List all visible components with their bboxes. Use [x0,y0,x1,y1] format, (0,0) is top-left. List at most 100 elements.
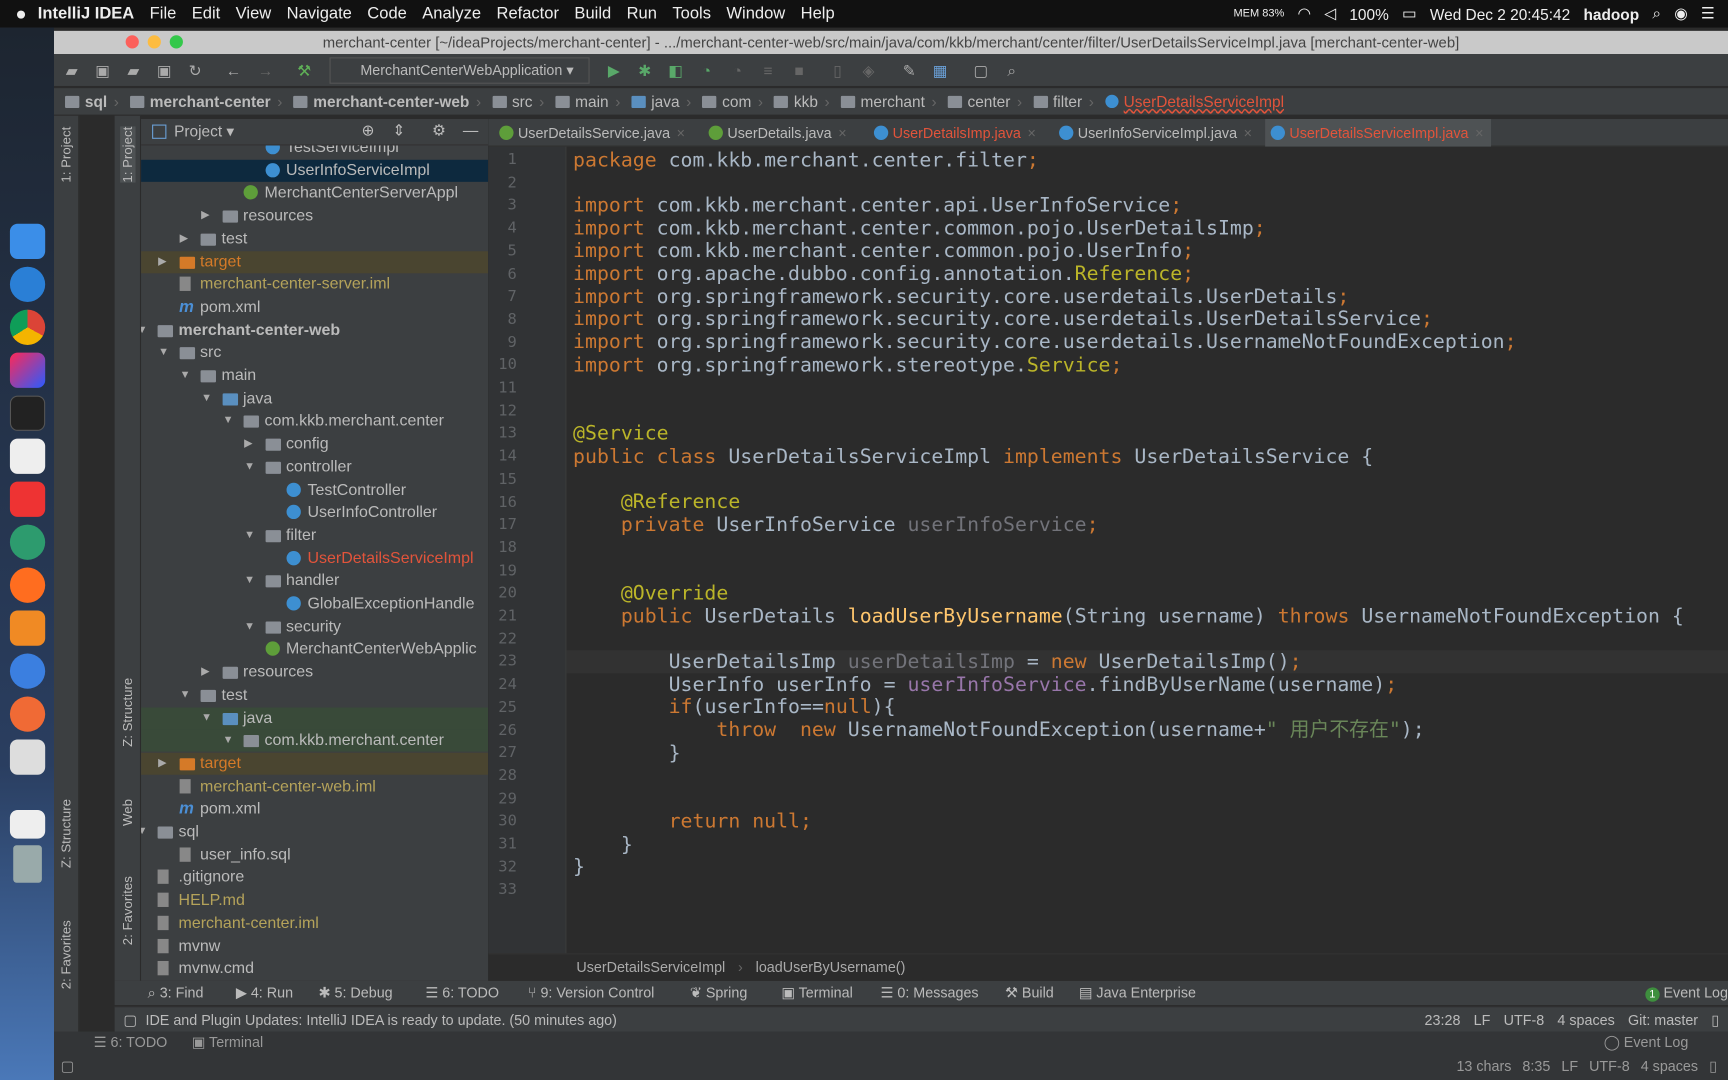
document-preview-icon[interactable] [9,809,46,839]
forward-icon[interactable]: → [257,62,275,80]
apple-menu-icon[interactable]: ● [15,3,26,25]
breadcrumb-item[interactable]: com › [702,93,763,110]
tree-item[interactable]: ▶ target [141,250,489,273]
breadcrumb-class[interactable]: UserDetailsServiceImpl [576,959,725,976]
vcs-icon[interactable]: ◈ [860,62,878,80]
tool-window-button[interactable]: ✱ 5: Debug [318,984,392,1002]
file-encoding[interactable]: UTF-8 [1589,1058,1630,1076]
tree-item[interactable]: MerchantCenterWebApplic [141,639,488,661]
chevron-right-icon[interactable]: ▶ [180,228,188,250]
tool-window-button[interactable]: ⌕ 3: Find [148,984,204,1002]
tree-item[interactable]: ▶ test [141,228,488,250]
tree-item[interactable]: GlobalExceptionHandle [141,593,488,615]
close-window-button[interactable] [125,35,139,49]
sync-icon[interactable]: ↻ [186,62,204,80]
minimize-window-button[interactable] [147,35,161,49]
chevron-right-icon[interactable]: ▶ [201,205,209,227]
indent-setting[interactable]: 4 spaces [1641,1058,1698,1076]
tree-item[interactable]: ▶ resources [141,661,488,683]
chevron-down-icon[interactable]: ▼ [244,616,255,638]
profile-icon[interactable]: ◔ [698,62,716,80]
tree-item[interactable]: ▼ controller [141,456,488,478]
wifi-icon[interactable]: ◠ [1298,4,1311,23]
trash-icon[interactable] [13,845,42,883]
caret-position[interactable]: 8:35 [1522,1058,1550,1076]
save-icon[interactable]: ▣ [94,62,112,80]
menu-refactor[interactable]: Refactor [497,4,559,23]
chevron-down-icon[interactable]: ▼ [223,410,234,432]
zoom-window-button[interactable] [169,35,183,49]
chevron-right-icon[interactable]: ▶ [158,251,166,273]
favorites-tool-tab[interactable]: 2: Favorites [120,876,135,945]
tree-item[interactable]: ▼ security [141,616,488,638]
battery-icon[interactable]: ▭ [1402,4,1417,23]
menu-run[interactable]: Run [627,4,657,23]
app-icon[interactable] [9,653,46,689]
finder-icon[interactable] [9,223,46,259]
structure-tool-tab[interactable]: Z: Structure [58,799,73,868]
close-tab-icon[interactable]: × [838,125,846,142]
editor-tab[interactable]: UserDetails.java × [703,119,847,147]
status-message[interactable]: IDE and Plugin Updates: IntelliJ IDEA is… [145,1007,616,1032]
build-hammer-icon[interactable]: ⚒ [295,62,313,80]
breadcrumb-method[interactable]: loadUserByUsername() [756,959,906,976]
chevron-right-icon[interactable]: ▶ [244,433,252,455]
run-icon[interactable]: ▶ [605,62,623,80]
run-configuration-select[interactable]: MerchantCenterWebApplication ▾ [329,57,590,84]
chevron-down-icon[interactable]: ▼ [201,388,212,410]
event-log-button[interactable]: 1 Event Log [1645,984,1728,1002]
stop-icon[interactable]: ■ [790,62,808,80]
tool-window-button[interactable]: ⑂ 9: Version Control [528,984,654,1001]
chevron-down-icon[interactable]: ▼ [141,319,148,341]
open-icon[interactable]: ▰ [63,62,81,80]
breadcrumb-item[interactable]: kkb › [774,93,830,110]
chevron-down-icon[interactable]: ▼ [180,684,191,706]
postman-icon[interactable] [9,696,46,732]
tool-window-button[interactable]: ▶ 4: Run [236,984,293,1002]
breadcrumb-item[interactable]: merchant › [840,93,937,110]
breadcrumb-item[interactable]: merchant-center › [129,93,282,110]
attach-icon[interactable]: ◔ [728,62,746,80]
terminal-tool-button[interactable]: ▣ Terminal [192,1034,263,1052]
atom-icon[interactable] [9,524,46,560]
tree-item[interactable]: MerchantCenterServerAppl [141,182,488,204]
editor-tab[interactable]: UserDetailsServiceImpl.java × [1265,119,1492,147]
app-icon[interactable] [9,610,46,646]
tool-window-button[interactable]: ▤ Java Enterprise [1079,984,1196,1002]
close-tab-icon[interactable]: × [1475,125,1483,142]
tool-window-button[interactable]: ❦ Spring [690,984,747,1002]
git-branch[interactable]: Git: master [1628,1007,1698,1032]
breadcrumb-item[interactable]: merchant-center-web › [293,93,481,110]
menu-edit[interactable]: Edit [192,4,220,23]
search-icon[interactable]: ⌕ [1003,62,1021,80]
tree-item[interactable]: ▼ merchant-center-web [141,319,488,341]
favorites-tool-tab[interactable]: 2: Favorites [58,920,73,989]
editor-tab[interactable]: UserDetailsImp.java × [868,119,1036,147]
project-tool-tab[interactable]: 1: Project [58,127,73,183]
chevron-down-icon[interactable]: ▼ [141,821,148,843]
menu-analyze[interactable]: Analyze [422,4,481,23]
tool-window-button[interactable]: ☰ 6: TODO [425,984,499,1002]
structure-tool-tab[interactable]: Z: Structure [120,678,135,747]
notification-center-icon[interactable]: ☰ [1701,4,1715,23]
xmind-icon[interactable] [9,481,46,517]
breadcrumb-item[interactable]: filter › [1033,93,1094,110]
tree-item[interactable]: .gitignore [141,867,488,889]
app-menu[interactable]: IntelliJ IDEA [38,4,134,23]
intellij-icon[interactable] [9,352,46,388]
status-toggle-icon[interactable]: ▢ [123,1007,137,1032]
web-tool-tab[interactable]: Web [120,799,135,826]
menu-navigate[interactable]: Navigate [287,4,352,23]
back-icon[interactable]: ← [225,62,243,80]
typora-icon[interactable] [9,438,46,474]
menu-code[interactable]: Code [367,4,407,23]
event-log-button[interactable]: ◯ Event Log [1604,1034,1689,1052]
tree-item[interactable]: ▼ java [141,388,488,410]
user-name[interactable]: hadoop [1583,5,1639,23]
close-tab-icon[interactable]: × [677,125,685,142]
clock[interactable]: Wed Dec 2 20:45:42 [1430,5,1570,23]
tree-item[interactable]: ▶ target [141,752,489,775]
safari-icon[interactable] [9,266,46,302]
project-view-select[interactable]: Project ▾ [174,122,234,141]
update-icon[interactable]: ▯ [829,62,847,80]
